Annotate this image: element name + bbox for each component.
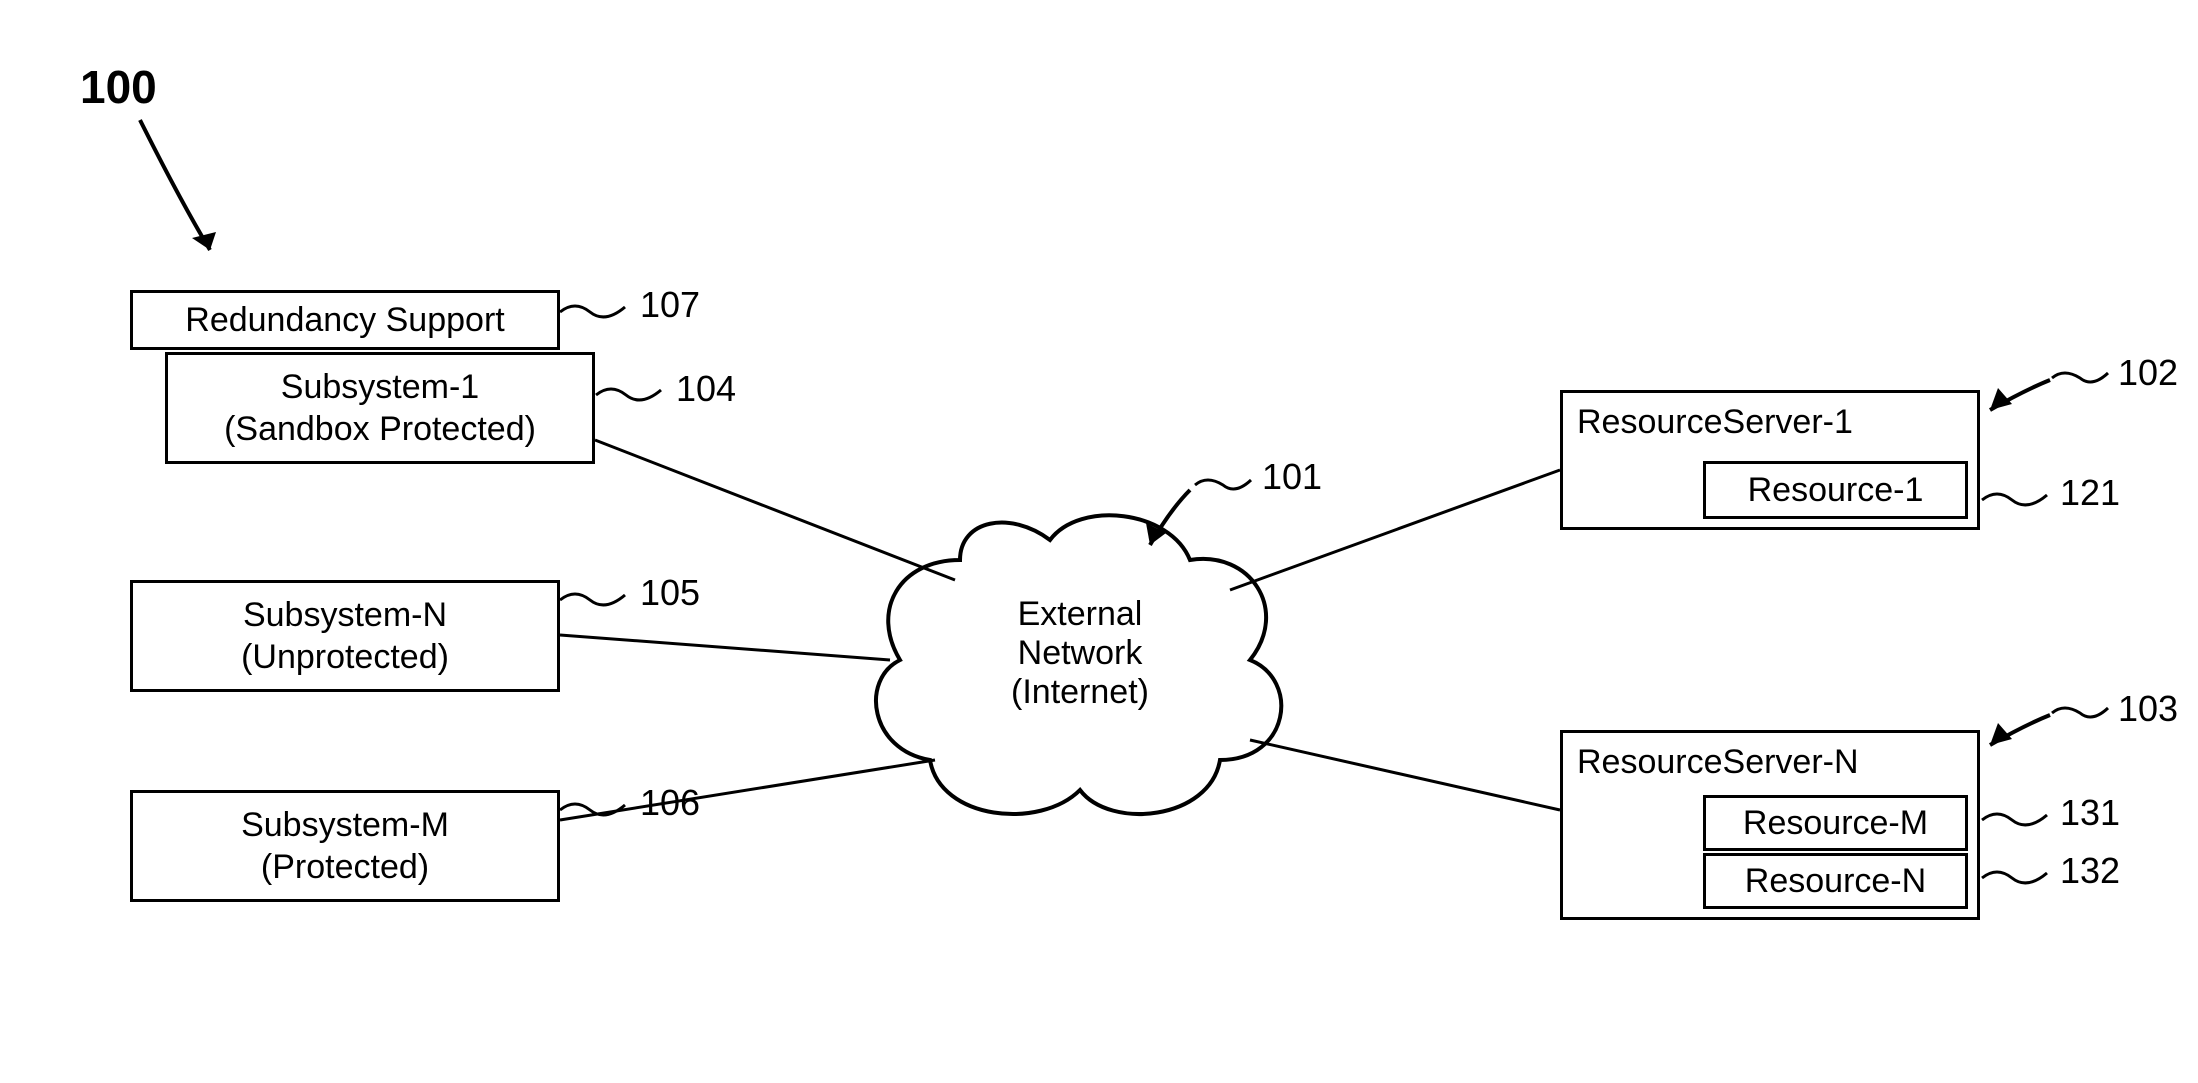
ref-101: 101: [1262, 456, 1322, 498]
subsystem-1-line2: (Sandbox Protected): [224, 408, 536, 451]
subsystem-m-line1: Subsystem-M: [241, 804, 449, 847]
subsystem-n-line2: (Unprotected): [241, 636, 449, 679]
resource-1-label: Resource-1: [1748, 469, 1924, 512]
ref-131: 131: [2060, 792, 2120, 834]
resource-1-box: Resource-1: [1703, 461, 1968, 519]
figure-number: 100: [80, 60, 157, 114]
connection-lines: [0, 0, 2198, 1083]
ref-leaders: [0, 0, 2198, 1083]
subsystem-m-line2: (Protected): [261, 846, 429, 889]
resource-m-label: Resource-M: [1743, 802, 1928, 845]
ref-121: 121: [2060, 472, 2120, 514]
cloud-line3: (Internet): [950, 673, 1210, 712]
resource-n-label: Resource-N: [1745, 860, 1926, 903]
resource-server-n-label: ResourceServer-N: [1577, 741, 1859, 784]
cloud-line1: External: [950, 595, 1210, 634]
cloud-shape: [0, 0, 2198, 1083]
resource-server-1-box: ResourceServer-1 Resource-1: [1560, 390, 1980, 530]
resource-n-box: Resource-N: [1703, 853, 1968, 909]
ref-132: 132: [2060, 850, 2120, 892]
redundancy-support-box: Redundancy Support: [130, 290, 560, 350]
redundancy-label: Redundancy Support: [185, 299, 504, 342]
figure-arrow: [0, 0, 2198, 1083]
subsystem-1-box: Subsystem-1 (Sandbox Protected): [165, 352, 595, 464]
ref-102: 102: [2118, 352, 2178, 394]
subsystem-m-box: Subsystem-M (Protected): [130, 790, 560, 902]
diagram-stage: 100 Redundancy Support Subsystem-1 (Sand…: [0, 0, 2198, 1083]
cloud-text: External Network (Internet): [950, 595, 1210, 712]
ref-107: 107: [640, 284, 700, 326]
ref-104: 104: [676, 368, 736, 410]
ref-105: 105: [640, 572, 700, 614]
resource-server-n-box: ResourceServer-N Resource-M Resource-N: [1560, 730, 1980, 920]
cloud-line2: Network: [950, 634, 1210, 673]
subsystem-n-box: Subsystem-N (Unprotected): [130, 580, 560, 692]
resource-server-1-label: ResourceServer-1: [1577, 401, 1853, 444]
ref-103: 103: [2118, 688, 2178, 730]
resource-m-box: Resource-M: [1703, 795, 1968, 851]
subsystem-1-line1: Subsystem-1: [281, 366, 479, 409]
subsystem-n-line1: Subsystem-N: [243, 594, 447, 637]
ref-106: 106: [640, 782, 700, 824]
